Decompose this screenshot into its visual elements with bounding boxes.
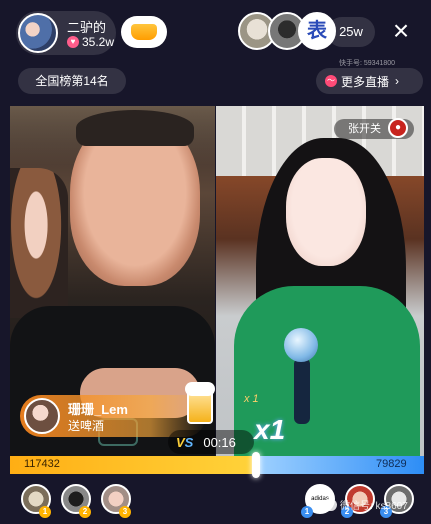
gift-box-icon [131, 24, 157, 40]
left-rank-number: 1 [39, 506, 51, 518]
microphone-icon [284, 328, 318, 428]
microphone-handle [294, 358, 310, 424]
wechat-icon [323, 498, 337, 511]
gift-multiplier: x1 [254, 414, 286, 445]
host-heat-value: 35.2w [82, 35, 115, 49]
gift-sender-name: 珊珊_Lem [68, 402, 128, 417]
gift-action-text: 送啤酒 [68, 419, 105, 433]
left-rank-number: 3 [119, 506, 131, 518]
vs-icon: VS [176, 434, 194, 450]
beer-foam [185, 382, 215, 396]
right-streamer-face [286, 158, 366, 266]
kuaishou-id: 快手号: 59341800 [339, 60, 396, 67]
left-background-person [10, 168, 68, 318]
close-button[interactable]: × [388, 17, 414, 47]
national-rank-badge[interactable]: 全国榜第14名 [18, 68, 126, 94]
guest-badge-icon[interactable]: ● [388, 118, 408, 138]
left-rank-number: 2 [79, 506, 91, 518]
pk-left-score: 117432 [24, 458, 60, 470]
heart-icon: ♥ [67, 36, 79, 48]
viewer-count[interactable]: 25w [327, 17, 375, 47]
host-name: 二驴的 [67, 20, 107, 35]
right-rank-number: 1 [301, 506, 313, 518]
live-wave-icon: 〜 [325, 75, 337, 87]
microphone-head [284, 328, 318, 362]
gift-sender-avatar[interactable] [24, 398, 60, 434]
host-heat: ♥ 35.2w [67, 35, 114, 49]
pk-timer-value: 00:16 [203, 434, 236, 450]
top-viewers: 表 [238, 12, 336, 50]
beer-mug-icon [185, 382, 221, 426]
gift-multiplier-small: x 1 [244, 393, 259, 405]
watermark-text: 微信号: ks3607 [340, 501, 408, 512]
wechat-watermark: 微信号: ks3607 [323, 497, 408, 512]
more-live-label: 更多直播 [341, 74, 390, 89]
follow-button[interactable] [121, 16, 167, 48]
pk-timer: VS 00:16 [168, 430, 254, 454]
pk-progress-bar [10, 456, 424, 474]
chevron-right-icon: › [395, 74, 400, 88]
host-avatar[interactable] [18, 13, 58, 53]
left-streamer-hair [76, 110, 194, 146]
pk-right-score: 79829 [376, 458, 407, 470]
pk-divider [252, 452, 261, 478]
host-info-pill[interactable]: 二驴的 ♥ 35.2w [16, 11, 116, 55]
more-live-button[interactable]: 〜 更多直播 › [316, 68, 423, 94]
